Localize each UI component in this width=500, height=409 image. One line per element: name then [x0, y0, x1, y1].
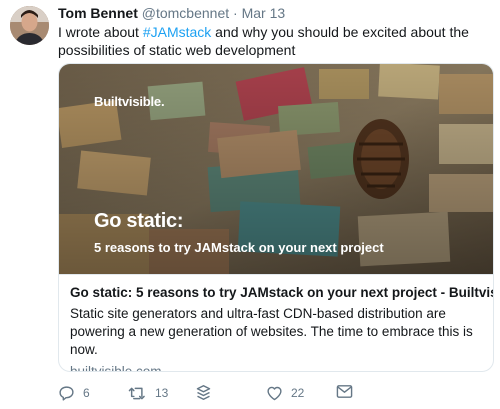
retweet-button[interactable]: 13 — [128, 384, 168, 402]
hero-subtitle: 5 reasons to try JAMstack on your next p… — [94, 240, 384, 255]
tweet-content: Tom Bennet @tomcbennet · Mar 13 I wrote … — [58, 4, 494, 59]
envelope-icon — [336, 385, 353, 398]
brand-logo: Builtvisible. — [94, 94, 165, 109]
card-description: Static site generators and ultra-fast CD… — [70, 306, 473, 357]
reply-icon — [59, 385, 74, 401]
tweet-text: I wrote about #JAMstack and why you shou… — [58, 23, 494, 59]
tweet-actions: 6 13 22 — [58, 384, 494, 406]
tweet-header: Tom Bennet @tomcbennet · Mar 13 — [58, 4, 494, 22]
card-domain: builtvisible.com — [70, 364, 162, 372]
card-title: Go static: 5 reasons to try JAMstack on … — [70, 285, 494, 300]
hashtag-link[interactable]: #JAMstack — [143, 24, 211, 40]
author-handle[interactable]: @tomcbennet — [142, 5, 229, 21]
header-separator: · — [233, 5, 238, 21]
stack-button[interactable] — [196, 384, 211, 401]
like-count: 22 — [291, 386, 305, 400]
author-name[interactable]: Tom Bennet — [58, 5, 138, 21]
card-image[interactable]: Builtvisible. Go static: 5 reasons to tr… — [59, 64, 493, 274]
avatar[interactable] — [10, 6, 49, 45]
link-preview-card[interactable]: Builtvisible. Go static: 5 reasons to tr… — [58, 63, 494, 372]
avatar-image — [10, 6, 49, 45]
message-button[interactable] — [336, 384, 353, 399]
stack-icon — [196, 385, 211, 400]
reply-count: 6 — [83, 386, 90, 400]
reply-button[interactable]: 6 — [58, 384, 90, 402]
tweet-text-start: I wrote about — [58, 24, 143, 40]
retweet-icon — [128, 387, 145, 399]
like-button[interactable]: 22 — [266, 384, 304, 402]
tweet-date[interactable]: Mar 13 — [242, 5, 286, 21]
card-text: Go static: 5 reasons to try JAMstack on … — [59, 274, 494, 372]
retweet-count: 13 — [155, 386, 169, 400]
hero-title: Go static: — [94, 210, 184, 232]
heart-icon — [267, 386, 282, 400]
